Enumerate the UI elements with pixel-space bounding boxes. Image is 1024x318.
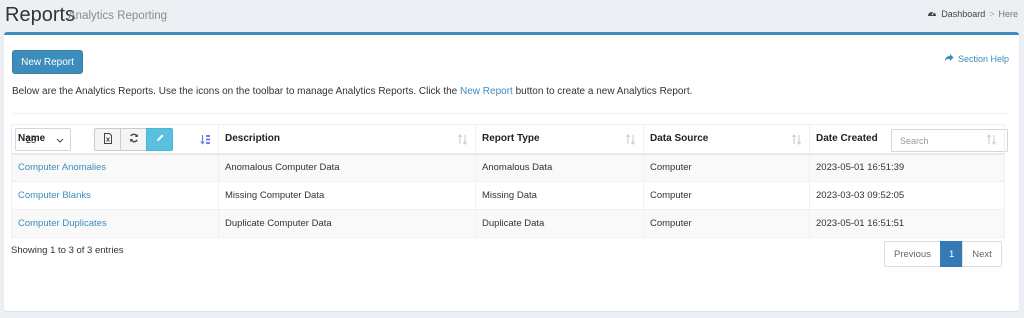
cell-report-type: Duplicate Data [475,209,644,238]
cell-name: Computer Anomalies [11,153,219,182]
table-info: Showing 1 to 3 of 3 entries [11,245,124,256]
column-header-report-type[interactable]: Report Type [475,124,644,155]
column-header-data-source[interactable]: Data Source [643,124,810,155]
content-header: Reports Analytics Reporting Dashboard > … [0,0,1024,30]
cell-date-created: 2023-05-01 16:51:39 [809,153,1005,182]
sort-icon [457,134,468,148]
cell-data-source: Computer [643,181,810,210]
column-header-label: Data Source [650,133,709,145]
page-subtitle: Analytics Reporting [68,10,168,22]
column-header-label: Date Created [816,133,878,145]
table-row: Computer Anomalies Anomalous Computer Da… [11,153,1005,182]
cell-description: Anomalous Computer Data [218,153,476,182]
column-header-label: Report Type [482,133,540,145]
cell-data-source: Computer [643,209,810,238]
cell-data-source: Computer [643,153,810,182]
report-link[interactable]: Computer Duplicates [18,218,107,229]
breadcrumb: Dashboard > Here [927,8,1018,19]
sort-icon [986,134,997,148]
cell-description: Duplicate Computer Data [218,209,476,238]
sort-icon [791,134,802,148]
report-link[interactable]: Computer Blanks [18,190,91,201]
breadcrumb-separator: > [989,8,995,19]
intro-text-start: Below are the Analytics Reports. Use the… [12,86,461,97]
cell-date-created: 2023-05-01 16:51:51 [809,209,1005,238]
column-header-label: Name [18,133,46,145]
column-header-date-created[interactable]: Date Created [809,124,1005,155]
column-header-description[interactable]: Description [218,124,476,155]
next-page-button[interactable]: Next [962,241,1002,267]
new-report-button[interactable]: New Report [12,50,83,74]
page-title: Reports [5,4,76,26]
cell-date-created: 2023-03-03 09:52:05 [809,181,1005,210]
section-help-link[interactable]: Section Help [944,53,1009,64]
intro-text-end: button to create a new Analytics Report. [512,86,693,97]
reports-table: Name Description Report Type Data Source… [11,124,1005,238]
cell-report-type: Anomalous Data [475,153,644,182]
divider [12,113,1008,114]
page-button-current[interactable]: 1 [939,241,964,267]
intro-text: Below are the Analytics Reports. Use the… [12,86,692,97]
pagination: Previous 1 Next [884,241,1002,267]
cell-name: Computer Duplicates [11,209,219,238]
breadcrumb-current: Here [998,8,1018,19]
sort-ascending-icon [200,134,211,148]
cell-name: Computer Blanks [11,181,219,210]
cell-description: Missing Computer Data [218,181,476,210]
table-row: Computer Duplicates Duplicate Computer D… [11,209,1005,238]
section-help-label: Section Help [957,53,1009,64]
dashboard-icon [927,8,937,19]
report-link[interactable]: Computer Anomalies [18,162,106,173]
sort-icon [625,134,636,148]
previous-page-button[interactable]: Previous [884,241,941,267]
column-header-name[interactable]: Name [11,124,219,155]
breadcrumb-dashboard-link[interactable]: Dashboard [941,9,985,19]
table-row: Computer Blanks Missing Computer Data Mi… [11,181,1005,210]
cell-report-type: Missing Data [475,181,644,210]
table-header-row: Name Description Report Type Data Source… [11,124,1005,155]
column-header-label: Description [225,133,281,145]
share-arrow-icon [944,53,954,64]
intro-new-report-link[interactable]: New Report [460,86,513,97]
